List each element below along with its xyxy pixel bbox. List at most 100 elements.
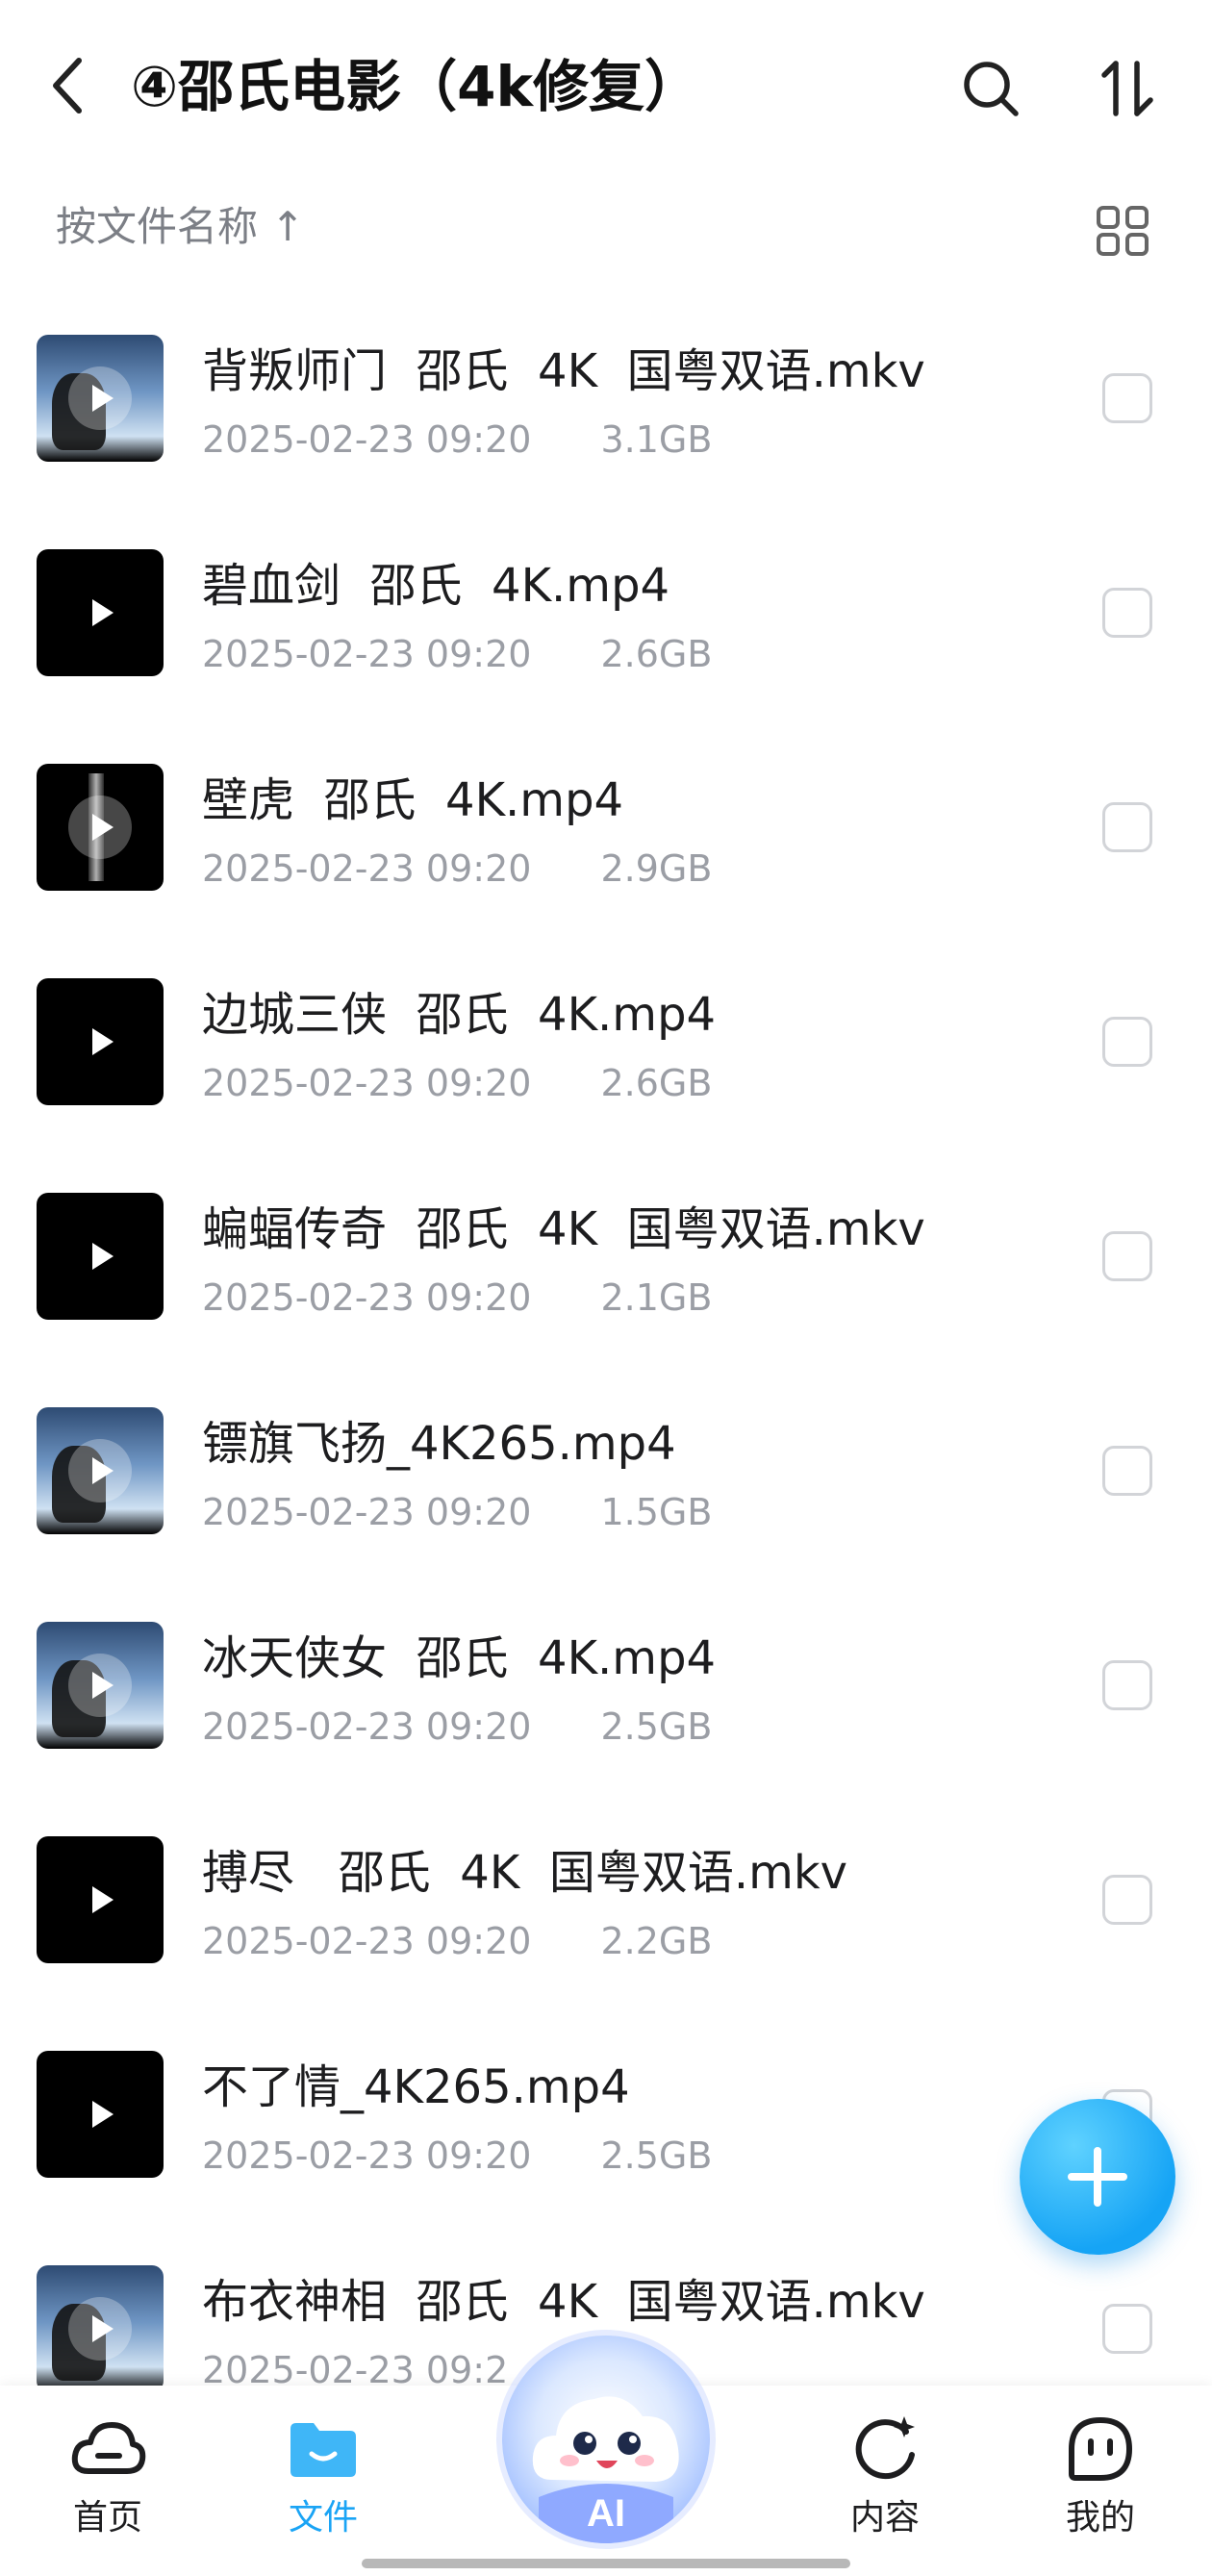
file-date: 2025-02-23 09:20 [202, 2134, 532, 2177]
file-date: 2025-02-23 09:20 [202, 418, 532, 461]
file-date: 2025-02-23 09:20 [202, 1705, 532, 1748]
select-checkbox[interactable] [1102, 2304, 1152, 2354]
file-meta: 2025-02-23 09:20 3.1GB [202, 414, 712, 466]
play-icon [68, 2083, 132, 2146]
play-icon [68, 1010, 132, 1073]
tab-home[interactable]: 首页 [21, 2403, 194, 2547]
play-icon [68, 581, 132, 644]
content-refresh-icon [846, 2411, 923, 2488]
select-checkbox[interactable] [1102, 802, 1152, 852]
sort-icon [1101, 61, 1153, 116]
file-size: 1.5GB [600, 1491, 713, 1533]
select-checkbox[interactable] [1102, 373, 1152, 423]
tab-me[interactable]: 我的 [1014, 2403, 1187, 2547]
video-thumbnail [37, 549, 164, 676]
list-item[interactable]: 壁虎 邵氏 4K.mp4 2025-02-23 09:20 2.9GB [0, 718, 1212, 932]
file-name: 边城三侠 邵氏 4K.mp4 [202, 988, 717, 1042]
file-meta: 2025-02-23 09:20 2.5GB [202, 2130, 712, 2182]
file-meta: 2025-02-23 09:20 2.6GB [202, 1057, 712, 1109]
ai-assistant-icon: AI [532, 2396, 679, 2543]
file-meta: 2025-02-23 09:20 2.5GB [202, 1701, 712, 1753]
video-thumbnail [37, 978, 164, 1105]
search-icon [964, 62, 1019, 116]
tab-content[interactable]: 内容 [798, 2403, 972, 2547]
sort-button[interactable] [1089, 50, 1166, 127]
grid-view-button[interactable] [1093, 200, 1154, 262]
list-item[interactable]: 镖旗飞扬_4K265.mp4 2025-02-23 09:20 1.5GB [0, 1361, 1212, 1576]
back-button[interactable] [38, 44, 96, 127]
ai-label: AI [587, 2492, 625, 2535]
file-date: 2025-02-23 09:20 [202, 1491, 532, 1533]
file-meta: 2025-02-23 09:20 2.2GB [202, 1915, 712, 1967]
list-item[interactable]: 背叛师门 邵氏 4K 国粤双语.mkv 2025-02-23 09:20 3.1GB [0, 289, 1212, 503]
video-thumbnail [37, 1193, 164, 1320]
home-indicator [362, 2559, 850, 2568]
file-name: 冰天侠女 邵氏 4K.mp4 [202, 1631, 717, 1685]
tab-home-label: 首页 [72, 2498, 142, 2538]
video-thumbnail [37, 1622, 164, 1749]
file-date: 2025-02-23 09:20 [202, 1062, 532, 1104]
file-meta: 2025-02-23 09:20 2.9GB [202, 843, 712, 895]
file-meta: 2025-02-23 09:20 2.1GB [202, 1272, 712, 1324]
cloud-icon [69, 2411, 146, 2488]
play-icon [68, 1225, 132, 1288]
tab-content-label: 内容 [849, 2498, 920, 2538]
video-thumbnail [37, 1836, 164, 1963]
video-thumbnail [37, 335, 164, 462]
list-item[interactable]: 搏尽 邵氏 4K 国粤双语.mkv 2025-02-23 09:20 2.2GB [0, 1790, 1212, 2005]
page-title: ④邵氏电影（4k修复） [131, 54, 701, 119]
play-icon [68, 796, 132, 859]
select-checkbox[interactable] [1102, 1231, 1152, 1281]
tab-me-label: 我的 [1065, 2498, 1135, 2538]
video-thumbnail [37, 764, 164, 891]
play-icon [68, 2297, 132, 2361]
list-item[interactable]: 碧血剑 邵氏 4K.mp4 2025-02-23 09:20 2.6GB [0, 503, 1212, 718]
tab-files-label: 文件 [288, 2498, 358, 2538]
file-name: 蝙蝠传奇 邵氏 4K 国粤双语.mkv [202, 1202, 925, 1256]
file-size: 2.1GB [600, 1276, 713, 1319]
video-thumbnail [37, 2051, 164, 2178]
file-name: 布衣神相 邵氏 4K 国粤双语.mkv [202, 2275, 925, 2329]
file-date: 2025-02-23 09:20 [202, 847, 532, 890]
file-size: 2.5GB [600, 2134, 713, 2177]
file-size: 2.2GB [600, 1920, 713, 1962]
folder-icon [285, 2411, 362, 2488]
video-thumbnail [37, 1407, 164, 1534]
file-date: 2025-02-23 09:20 [202, 1276, 532, 1319]
file-meta: 2025-02-23 09:20 2.6GB [202, 628, 712, 680]
profile-face-icon [1062, 2411, 1139, 2488]
file-name: 搏尽 邵氏 4K 国粤双语.mkv [202, 1846, 848, 1900]
grid-view-icon [1097, 206, 1149, 256]
plus-icon [1068, 2147, 1127, 2207]
select-checkbox[interactable] [1102, 1660, 1152, 1710]
list-item[interactable]: 边城三侠 邵氏 4K.mp4 2025-02-23 09:20 2.6GB [0, 932, 1212, 1147]
tab-files[interactable]: 文件 [237, 2403, 410, 2547]
file-size: 2.6GB [600, 1062, 713, 1104]
file-size: 2.6GB [600, 633, 713, 675]
add-button[interactable] [1020, 2099, 1175, 2255]
file-name: 碧血剑 邵氏 4K.mp4 [202, 559, 670, 613]
back-arrow-icon [53, 58, 82, 114]
file-date: 2025-02-23 09:20 [202, 1920, 532, 1962]
select-checkbox[interactable] [1102, 1446, 1152, 1496]
play-icon [68, 1654, 132, 1717]
file-size: 2.5GB [600, 1705, 713, 1748]
file-name: 背叛师门 邵氏 4K 国粤双语.mkv [202, 344, 925, 398]
select-checkbox[interactable] [1102, 1875, 1152, 1925]
list-item[interactable]: 冰天侠女 邵氏 4K.mp4 2025-02-23 09:20 2.5GB [0, 1576, 1212, 1790]
select-checkbox[interactable] [1102, 1017, 1152, 1067]
file-name: 壁虎 邵氏 4K.mp4 [202, 773, 624, 827]
header: ④邵氏电影（4k修复） [0, 0, 1212, 173]
play-icon [68, 1439, 132, 1503]
sort-by-name-toggle[interactable]: 按文件名称 ↑ [56, 196, 305, 258]
sort-bar: 按文件名称 ↑ [0, 183, 1212, 275]
file-name: 不了情_4K265.mp4 [202, 2060, 630, 2114]
file-name: 镖旗飞扬_4K265.mp4 [202, 1417, 676, 1471]
list-item[interactable]: 蝙蝠传奇 邵氏 4K 国粤双语.mkv 2025-02-23 09:20 2.1GB [0, 1147, 1212, 1361]
ai-assistant-button[interactable]: AI [502, 2336, 710, 2543]
select-checkbox[interactable] [1102, 588, 1152, 638]
search-button[interactable] [952, 50, 1029, 127]
video-thumbnail [37, 2265, 164, 2392]
play-icon [68, 366, 132, 430]
play-icon [68, 1868, 132, 1932]
